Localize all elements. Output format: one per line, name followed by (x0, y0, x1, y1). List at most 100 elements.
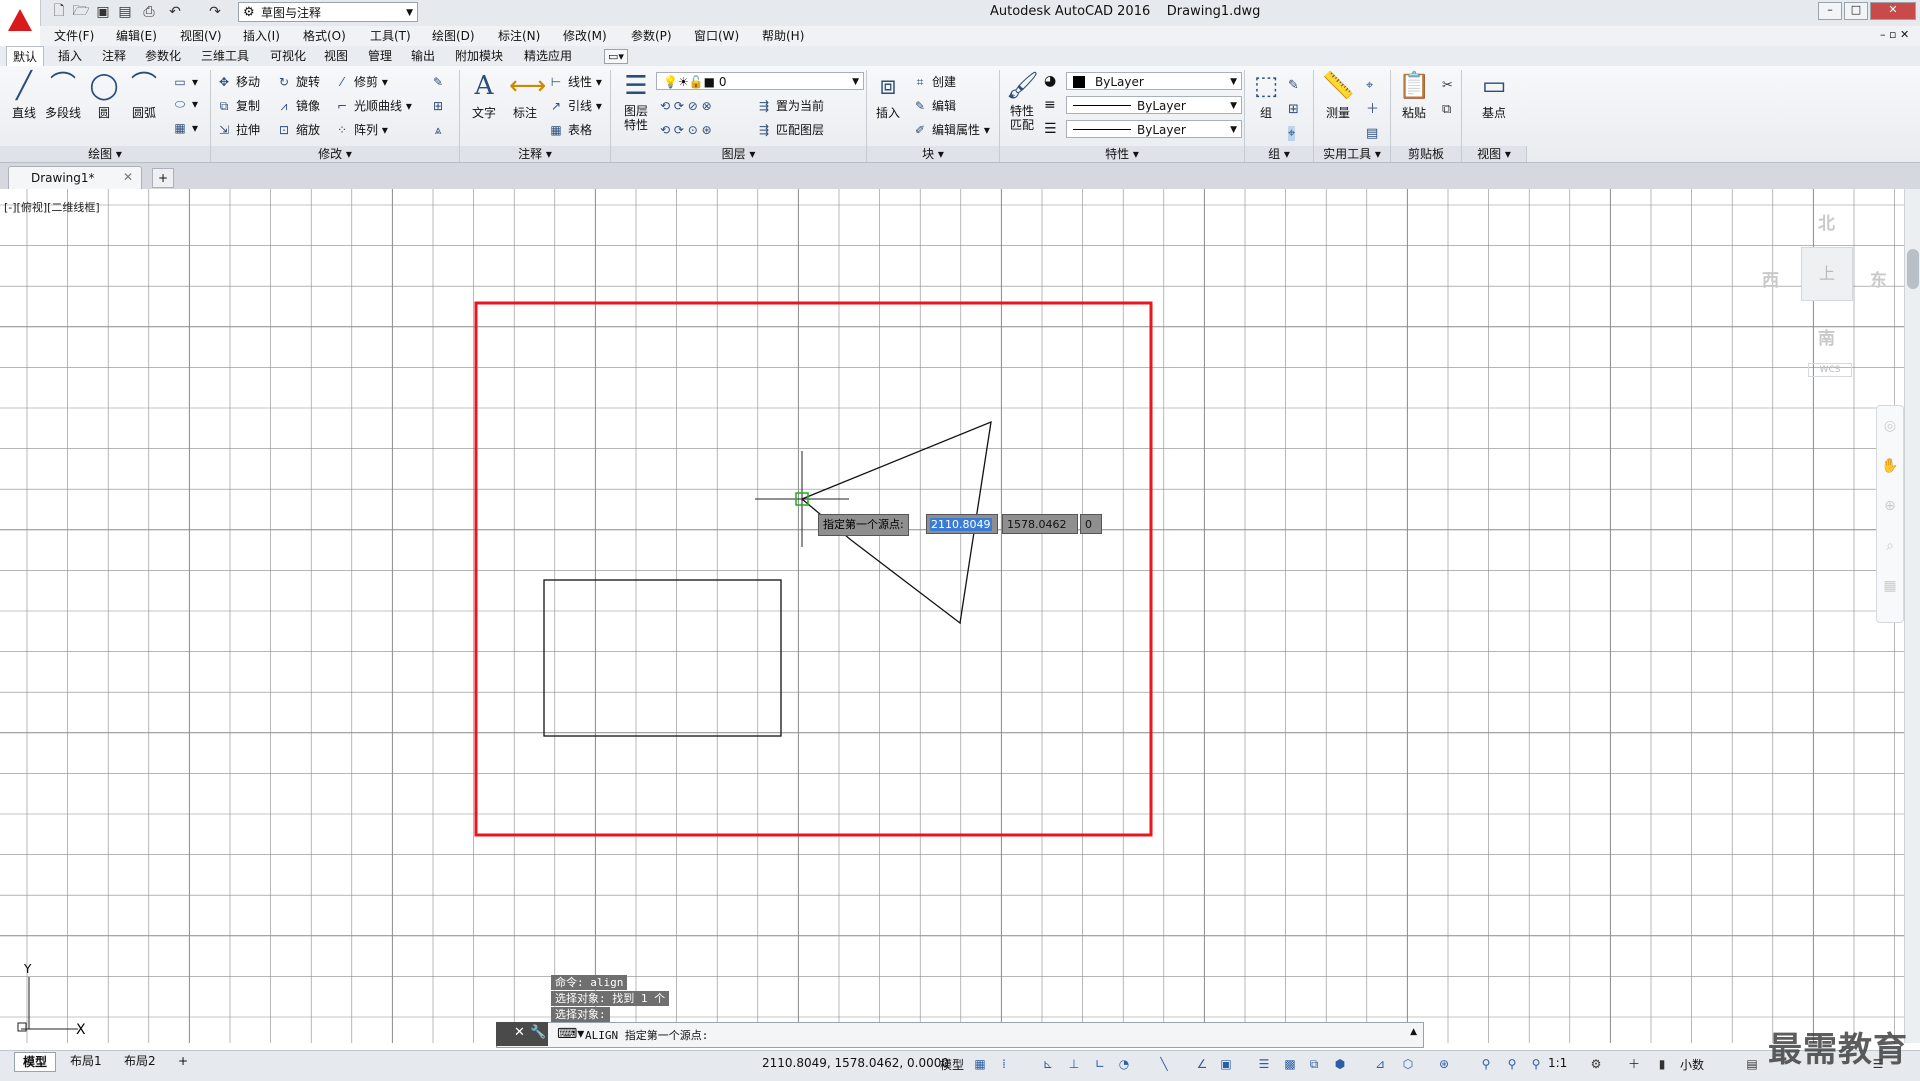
stretch-tool[interactable]: ⇲ 拉伸 (216, 120, 260, 140)
dynamic-input-y[interactable]: 1578.0462 (1002, 514, 1078, 534)
menu-dimension[interactable]: 标注(N) (498, 26, 540, 46)
rotate-tool[interactable]: ↻ 旋转 (276, 72, 320, 92)
object-snap-tracking-icon[interactable]: ∠ (1194, 1056, 1210, 1072)
linetype-dropdown[interactable]: ByLayer ▼ (1066, 96, 1242, 114)
nav-tools-icon[interactable]: ◎ ✋ ⊕ ⌕ ▦ (1877, 406, 1903, 606)
linear-dim-tool[interactable]: ⊢ 线性 ▾ (548, 72, 602, 92)
text-tool[interactable]: A 文字 (462, 70, 506, 121)
application-menu-button[interactable] (0, 0, 41, 40)
open-file-icon[interactable]: 🗁 (72, 3, 90, 21)
selection-filter-icon[interactable]: ⬡ (1400, 1056, 1416, 1072)
tab-manage[interactable]: 管理 (362, 46, 398, 66)
layers-panel-title[interactable]: 图层 ▾ (611, 146, 867, 162)
hatch-tool[interactable]: ⬭ ▾ (172, 94, 198, 114)
close-tab-icon[interactable]: ✕ (123, 170, 133, 184)
viewcube-south[interactable]: 南 (1818, 324, 1835, 349)
viewcube-face-top[interactable]: 上 (1801, 247, 1853, 301)
polyline-tool[interactable]: ⌒ 多段线 (41, 70, 85, 121)
arc-tool[interactable]: ⌒ 圆弧 (122, 70, 166, 121)
save-as-icon[interactable]: ▤ (116, 3, 134, 21)
menu-parametric[interactable]: 参数(P) (631, 26, 672, 46)
gizmo-icon[interactable]: ⊛ (1436, 1056, 1452, 1072)
customize-wrench-icon[interactable]: 🔧 (530, 1025, 546, 1040)
grid-icon[interactable]: ▦ (972, 1056, 988, 1072)
paste-tool[interactable]: 📋 粘贴 (1392, 70, 1436, 121)
lineweight-dropdown[interactable]: ByLayer ▼ (1066, 120, 1242, 138)
lineweight-icon[interactable]: ☰ (1044, 121, 1057, 137)
scale-tool[interactable]: ⊡ 缩放 (276, 120, 320, 140)
3d-object-snap-icon[interactable]: ⬢ (1332, 1056, 1348, 1072)
viewcube-north[interactable]: 北 (1818, 209, 1835, 234)
model-space-toggle[interactable]: 模型 (940, 1056, 964, 1073)
command-line[interactable]: ⌨▾ ALIGN 指定第一个源点: ▲ (496, 1022, 1424, 1048)
add-layout-button[interactable]: + (170, 1052, 196, 1070)
isodraft-icon[interactable]: ╲ (1156, 1056, 1172, 1072)
color-wheel-icon[interactable]: ◕ (1044, 73, 1056, 89)
minimize-button[interactable]: – (1818, 2, 1842, 20)
tab-3d-tools[interactable]: 三维工具 (195, 46, 255, 66)
properties-panel-title[interactable]: 特性 ▾ (1000, 146, 1245, 162)
dynamic-input-icon[interactable]: ⊥ (1066, 1056, 1082, 1072)
menu-help[interactable]: 帮助(H) (762, 26, 804, 46)
tab-parametric[interactable]: 参数化 (139, 46, 187, 66)
transparency-icon[interactable]: ▩ (1282, 1056, 1298, 1072)
line-tool[interactable]: ╱ 直线 (2, 70, 46, 121)
layer-dropdown[interactable]: 💡☀🔓■ 0 ▼ (656, 72, 864, 90)
lineweight-display-icon[interactable]: ☰ (1256, 1056, 1272, 1072)
workspace-select[interactable]: ⚙ 草图与注释 ▼ (238, 2, 418, 22)
vertical-scrollbar[interactable] (1904, 189, 1920, 1043)
edit-block-tool[interactable]: ✎ 编辑 (912, 96, 956, 116)
trim-tool[interactable]: ⁄ 修剪 ▾ (334, 72, 388, 92)
copy-tool[interactable]: ⧉ 复制 (216, 96, 260, 116)
move-tool[interactable]: ✥ 移动 (216, 72, 260, 92)
insert-block-tool[interactable]: ⧈ 插入 (866, 70, 910, 121)
new-tab-button[interactable]: + (152, 168, 174, 188)
menu-draw[interactable]: 绘图(D) (432, 26, 475, 46)
viewcube-east[interactable]: 东 (1870, 266, 1887, 291)
redo-icon[interactable]: ↷ (206, 3, 224, 21)
mirror-tool[interactable]: ⩘ 镜像 (276, 96, 320, 116)
close-button[interactable]: ✕ (1870, 2, 1916, 20)
array-tool[interactable]: ⁘ 阵列 ▾ (334, 120, 388, 140)
tab-output[interactable]: 输出 (405, 46, 441, 66)
clipboard-panel-title[interactable]: 剪贴板 (1391, 146, 1462, 162)
tab-visualize[interactable]: 可视化 (264, 46, 312, 66)
viewport-controls-label[interactable]: [-][俯视][二维线框] (4, 199, 100, 215)
command-prompt-icon[interactable]: ⌨▾ (557, 1026, 584, 1042)
annotation-visibility-icon[interactable]: ⚲ (1478, 1056, 1494, 1072)
menu-insert[interactable]: 插入(I) (243, 26, 280, 46)
dynamic-ucs-icon[interactable]: ⊿ (1372, 1056, 1388, 1072)
annotation-monitor-icon[interactable]: ＋ (1626, 1056, 1642, 1072)
snap-icon[interactable]: ⁞ (996, 1056, 1012, 1072)
fillet-tool[interactable]: ⌐ 光顺曲线 ▾ (334, 96, 412, 116)
clipboard-tools[interactable]: ✂ ⧉ (1442, 74, 1453, 122)
group-tool[interactable]: ⬚ 组 (1244, 70, 1288, 121)
print-icon[interactable]: ⎙ (140, 3, 158, 21)
group-tools[interactable]: ✎ ⊞ ⌖ (1288, 74, 1299, 146)
scrollbar-thumb[interactable] (1907, 249, 1919, 289)
match-properties-tool[interactable]: 🖌 特性 匹配 (1000, 70, 1044, 132)
tab-view[interactable]: 视图 (318, 46, 354, 66)
auto-scale-icon[interactable]: ⚲ (1504, 1056, 1520, 1072)
undo-icon[interactable]: ↶ (166, 3, 184, 21)
edit-attribute-tool[interactable]: ✐ 编辑属性 ▾ (912, 120, 990, 140)
menu-tools[interactable]: 工具(T) (370, 26, 411, 46)
doc-window-controls[interactable]: – ▫ ✕ (1880, 28, 1909, 41)
dynamic-input-x[interactable]: 2110.8049 (926, 514, 998, 534)
document-tab[interactable]: Drawing1* ✕ (8, 166, 142, 190)
color-dropdown[interactable]: ByLayer ▼ (1066, 72, 1242, 90)
ribbon-minimize-button[interactable]: ▭▾ (604, 49, 628, 64)
maximize-button[interactable]: □ (1844, 2, 1868, 20)
utility-tools[interactable]: ⌖ ＋ ▤ (1366, 74, 1379, 146)
navigation-bar[interactable]: ◎ ✋ ⊕ ⌕ ▦ (1876, 405, 1904, 623)
tab-default[interactable]: 默认 (6, 46, 45, 67)
linetype-icon[interactable]: ≡ (1044, 97, 1056, 113)
quick-properties-icon[interactable]: ▤ (1744, 1056, 1760, 1072)
layer-tools-row2[interactable]: ⟲ ⟳ ⊙ ⊛ (660, 120, 712, 140)
save-icon[interactable]: ▣ (94, 3, 112, 21)
units-icon[interactable]: ▮ (1654, 1056, 1670, 1072)
ortho-icon[interactable]: ∟ (1092, 1056, 1108, 1072)
polar-tracking-icon[interactable]: ◔ (1116, 1056, 1132, 1072)
tab-model[interactable]: 模型 (14, 1052, 57, 1072)
boundary-tool[interactable]: ▦ ▾ (172, 118, 198, 138)
